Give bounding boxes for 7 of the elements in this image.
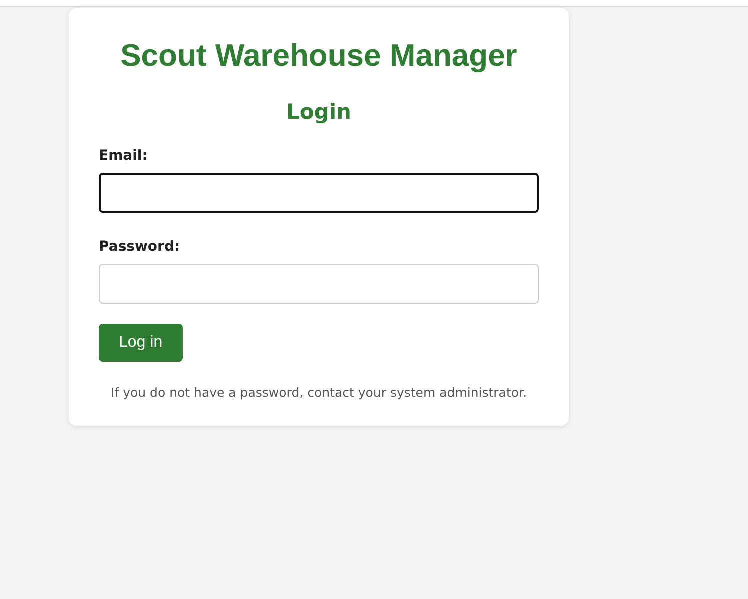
login-button[interactable]: Log in (99, 324, 183, 362)
app-title: Scout Warehouse Manager (120, 37, 518, 75)
help-text: If you do not have a password, contact your system administrator. (110, 384, 528, 402)
input-field[interactable] (99, 173, 539, 213)
field-label: Password: (99, 238, 180, 257)
field-label: Email: (99, 147, 148, 166)
form-heading: Login (286, 99, 352, 126)
